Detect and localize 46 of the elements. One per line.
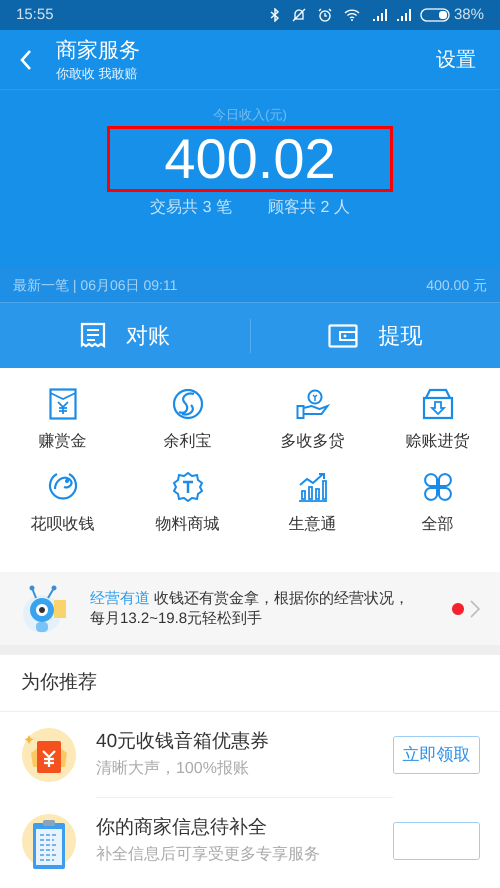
section-title: 为你推荐: [21, 670, 97, 695]
claim-button[interactable]: [393, 822, 480, 860]
latest-transaction: 最新一笔 | 06月06日 09:11: [13, 276, 178, 295]
service-item[interactable]: 生意通: [250, 469, 375, 552]
service-item[interactable]: 全部: [375, 469, 500, 552]
envelope-icon: [48, 388, 76, 420]
mascot-drawing: [20, 584, 68, 634]
service-item[interactable]: 物料商城: [125, 469, 250, 552]
status-time: 15:55: [16, 4, 54, 25]
service-item[interactable]: 余利宝: [125, 386, 250, 469]
hand-coin-icon: [296, 388, 330, 420]
service-item[interactable]: 赚赏金: [0, 386, 125, 469]
wallet-icon: [328, 324, 358, 348]
income-amount: 400.02: [164, 129, 336, 189]
box-icon: [422, 388, 454, 420]
promo-text: 经营有道 收钱还有赏金拿，根据你的经营状况，每月13.2~19.8元轻松到手: [90, 588, 410, 628]
page-title: 商家服务: [56, 38, 140, 64]
mute-icon: [292, 8, 306, 22]
envelope-icon: [21, 727, 77, 783]
chevron-right-icon[interactable]: [470, 600, 480, 618]
latest-amount: 400.00 元: [426, 276, 487, 294]
clipboard-icon: [21, 813, 77, 869]
customer-count: 顾客共 2 人: [268, 198, 350, 218]
item-title: 40元收钱音箱优惠券: [96, 730, 270, 754]
wifi-icon: [344, 9, 360, 21]
service-item[interactable]: 花呗收钱: [0, 469, 125, 552]
bluetooth-icon: [270, 8, 280, 22]
badge-icon: [172, 471, 204, 503]
back-icon[interactable]: [20, 48, 32, 70]
signal-icon: [396, 9, 412, 21]
income-label: 今日收入(元): [213, 106, 287, 124]
receipt-icon: [80, 322, 106, 350]
item-title: 你的商家信息待补全: [96, 816, 268, 840]
service-item[interactable]: 多收多贷: [250, 386, 375, 469]
item-subtitle: 清晰大声，100%报账: [96, 758, 250, 778]
grid-icon: [422, 471, 454, 503]
battery-icon: [420, 8, 450, 22]
transaction-count: 交易共 3 笔: [150, 198, 232, 218]
signal-icon: [372, 9, 388, 21]
page-subtitle: 你敢收 我敢赔: [56, 65, 139, 82]
battery-level: 38%: [454, 4, 484, 25]
alarm-icon: [318, 8, 332, 22]
chart-icon: [296, 471, 328, 503]
service-item[interactable]: 赊账进货: [375, 386, 500, 469]
item-subtitle: 补全信息后可享受更多专享服务: [96, 844, 321, 865]
swirl-icon: [172, 388, 204, 420]
